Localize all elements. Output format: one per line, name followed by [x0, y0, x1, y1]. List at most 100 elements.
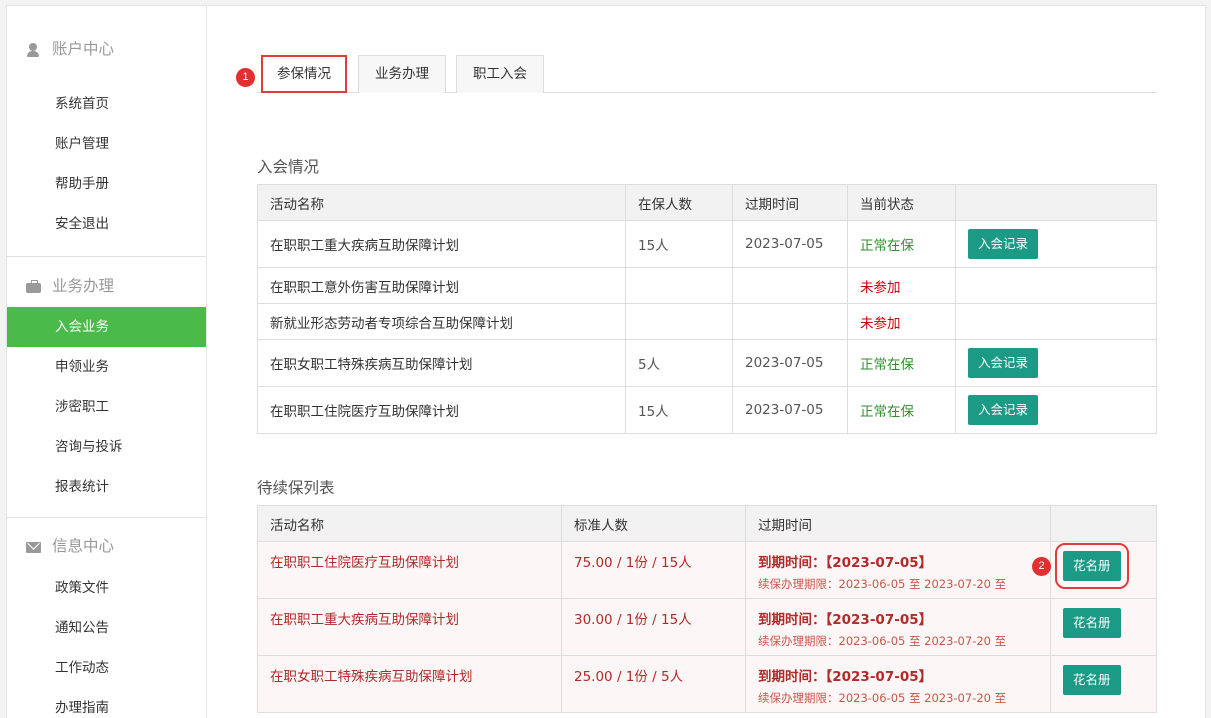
action-cell: 入会记录: [955, 386, 1157, 434]
sidebar-item-logout[interactable]: 安全退出: [7, 204, 206, 244]
table-header-row: 活动名称 标准人数 过期时间: [257, 505, 1157, 542]
expire-cell: 到期时间：【2023-07-05】 续保办理期限：2023-06-05 至 20…: [745, 655, 1051, 713]
roster-button[interactable]: 花名册: [1063, 665, 1121, 695]
action-cell: [955, 303, 1157, 340]
join-table: 活动名称 在保人数 过期时间 当前状态 在职职工重大疾病互助保障计划 15人 2…: [257, 184, 1157, 434]
table-row: 在职职工住院医疗互助保障计划 75.00 / 1份 / 15人 到期时间：【20…: [257, 541, 1157, 599]
col-expire-date: 过期时间: [732, 184, 848, 221]
activity-name: 在职女职工特殊疾病互助保障计划: [257, 655, 562, 713]
table-row: 在职女职工特殊疾病互助保障计划 5人 2023-07-05 正常在保 入会记录: [257, 339, 1157, 387]
standard-count: 25.00 / 1份 / 5人: [561, 655, 746, 713]
status-text: 未参加: [847, 303, 956, 340]
table-row: 在职职工重大疾病互助保障计划 15人 2023-07-05 正常在保 入会记录: [257, 220, 1157, 268]
sidebar-item-policy[interactable]: 政策文件: [7, 568, 206, 608]
insured-count: 15人: [625, 220, 733, 268]
step-badge-2: 2: [1032, 557, 1051, 576]
renew-table: 活动名称 标准人数 过期时间 在职职工住院医疗互助保障计划 75.00 / 1份…: [257, 505, 1157, 713]
sidebar-item-notice[interactable]: 通知公告: [7, 608, 206, 648]
sidebar-item-join[interactable]: 入会业务: [7, 307, 206, 347]
table-row: 在职职工意外伤害互助保障计划 未参加: [257, 267, 1157, 304]
status-text: 未参加: [847, 267, 956, 304]
sidebar-item-reports[interactable]: 报表统计: [7, 467, 206, 507]
join-record-button[interactable]: 入会记录: [968, 395, 1039, 425]
standard-count: 30.00 / 1份 / 15人: [561, 598, 746, 656]
sidebar-heading-label: 信息中心: [52, 537, 115, 556]
action-cell: 入会记录: [955, 339, 1157, 387]
action-cell: 花名册: [1050, 541, 1157, 599]
table-row: 在职女职工特殊疾病互助保障计划 25.00 / 1份 / 5人 到期时间：【20…: [257, 655, 1157, 713]
insured-count: 15人: [625, 386, 733, 434]
join-record-button[interactable]: 入会记录: [968, 348, 1039, 378]
col-activity-name: 活动名称: [257, 505, 562, 542]
table-header-row: 活动名称 在保人数 过期时间 当前状态: [257, 184, 1157, 221]
activity-name: 新就业形态劳动者专项综合互助保障计划: [257, 303, 626, 340]
action-cell: 花名册: [1050, 655, 1157, 713]
insured-count: 5人: [625, 339, 733, 387]
sidebar-heading-label: 账户中心: [52, 39, 115, 58]
expire-time: 到期时间：【2023-07-05】: [758, 612, 933, 628]
renew-section-title: 待续保列表: [257, 479, 335, 497]
expire-date: 2023-07-05: [732, 386, 848, 434]
col-action: [955, 184, 1157, 221]
col-status: 当前状态: [847, 184, 956, 221]
table-row: 在职职工重大疾病互助保障计划 30.00 / 1份 / 15人 到期时间：【20…: [257, 598, 1157, 656]
table-row: 新就业形态劳动者专项综合互助保障计划 未参加: [257, 303, 1157, 340]
expire-time: 到期时间：【2023-07-05】: [758, 555, 933, 571]
sidebar-heading-account: 账户中心: [7, 6, 206, 62]
insured-count: [625, 267, 733, 304]
tab-insurance-status[interactable]: 参保情况: [261, 55, 347, 93]
sidebar-item-home[interactable]: 系统首页: [7, 84, 206, 124]
sidebar-section-business: 业务办理 入会业务 申领业务 涉密职工 咨询与投诉 报表统计: [7, 257, 206, 518]
envelope-icon: [26, 540, 41, 554]
renew-period: 续保办理期限：2023-06-05 至 2023-07-20 至: [758, 577, 1007, 591]
status-text: 正常在保: [847, 386, 956, 434]
activity-name: 在职职工住院医疗互助保障计划: [257, 386, 626, 434]
sidebar-heading-label: 业务办理: [52, 276, 115, 295]
table-row: 在职职工住院医疗互助保障计划 15人 2023-07-05 正常在保 入会记录: [257, 386, 1157, 434]
renew-period: 续保办理期限：2023-06-05 至 2023-07-20 至: [758, 691, 1007, 705]
sidebar-item-account-manage[interactable]: 账户管理: [7, 124, 206, 164]
col-activity-name: 活动名称: [257, 184, 626, 221]
sidebar-item-news[interactable]: 工作动态: [7, 648, 206, 688]
sidebar-item-classified[interactable]: 涉密职工: [7, 387, 206, 427]
tab-staff-join[interactable]: 职工入会: [456, 55, 544, 93]
tab-business[interactable]: 业务办理: [358, 55, 446, 93]
user-icon: [26, 42, 40, 57]
col-standard-count: 标准人数: [561, 505, 746, 542]
expire-date: [732, 267, 848, 304]
sidebar: 账户中心 系统首页 账户管理 帮助手册 安全退出 业务办理 入会业务 申领业务 …: [6, 5, 207, 718]
activity-name: 在职职工重大疾病互助保障计划: [257, 220, 626, 268]
col-insured-count: 在保人数: [625, 184, 733, 221]
standard-count: 75.00 / 1份 / 15人: [561, 541, 746, 599]
join-record-button[interactable]: 入会记录: [968, 229, 1039, 259]
roster-button[interactable]: 花名册: [1063, 608, 1121, 638]
activity-name: 在职职工意外伤害互助保障计划: [257, 267, 626, 304]
renew-period: 续保办理期限：2023-06-05 至 2023-07-20 至: [758, 634, 1007, 648]
step-badge-1: 1: [236, 68, 255, 87]
sidebar-heading-business: 业务办理: [7, 257, 206, 297]
action-cell: 花名册: [1050, 598, 1157, 656]
action-cell: [955, 267, 1157, 304]
roster-button[interactable]: 花名册: [1055, 543, 1129, 589]
expire-time: 到期时间：【2023-07-05】: [758, 669, 933, 685]
expire-date: 2023-07-05: [732, 220, 848, 268]
sidebar-heading-info: 信息中心: [7, 518, 206, 558]
col-expire-time: 过期时间: [745, 505, 1051, 542]
expire-date: [732, 303, 848, 340]
sidebar-section-info: 信息中心 政策文件 通知公告 工作动态 办理指南: [7, 518, 206, 718]
activity-name: 在职职工重大疾病互助保障计划: [257, 598, 562, 656]
expire-date: 2023-07-05: [732, 339, 848, 387]
status-text: 正常在保: [847, 220, 956, 268]
insured-count: [625, 303, 733, 340]
col-action: [1050, 505, 1157, 542]
main-panel: 参保情况 业务办理 职工入会 1 入会情况 活动名称 在保人数 过期时间 当前状…: [207, 5, 1206, 718]
expire-cell: 到期时间：【2023-07-05】 续保办理期限：2023-06-05 至 20…: [745, 598, 1051, 656]
sidebar-item-claim[interactable]: 申领业务: [7, 347, 206, 387]
activity-name: 在职职工住院医疗互助保障计划: [257, 541, 562, 599]
sidebar-item-guide[interactable]: 办理指南: [7, 688, 206, 718]
sidebar-item-consult[interactable]: 咨询与投诉: [7, 427, 206, 467]
tab-bar: 参保情况 业务办理 职工入会: [257, 55, 1157, 93]
activity-name: 在职女职工特殊疾病互助保障计划: [257, 339, 626, 387]
sidebar-item-help[interactable]: 帮助手册: [7, 164, 206, 204]
status-text: 正常在保: [847, 339, 956, 387]
